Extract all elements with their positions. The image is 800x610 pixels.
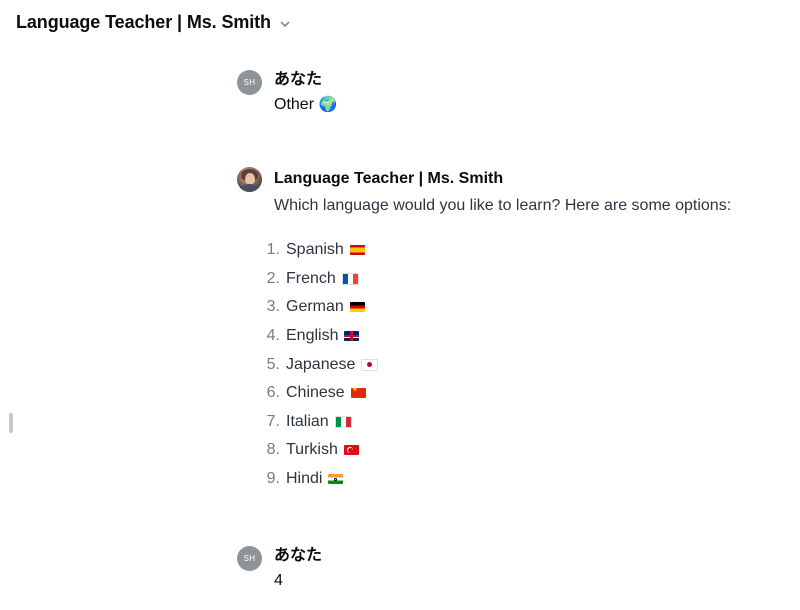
italy-flag-icon	[334, 415, 352, 428]
message-author: Language Teacher | Ms. Smith	[274, 170, 504, 187]
list-item: 9. Hindi	[267, 465, 777, 494]
list-number: 3.	[266, 298, 280, 316]
spain-flag-icon	[349, 245, 365, 256]
language-label: German	[286, 298, 344, 316]
chat-page: Language Teacher | Ms. Smith SH あなた Othe…	[0, 0, 800, 610]
message-author: あなた	[274, 547, 323, 564]
language-label: Japanese	[286, 355, 356, 373]
language-label: Spanish	[286, 241, 344, 259]
message-text-content: Other	[274, 96, 315, 113]
message-text: Which language would you like to learn? …	[274, 197, 732, 214]
avatar: SH	[237, 546, 262, 571]
language-label: Italian	[286, 412, 329, 430]
model-selector[interactable]: Language Teacher | Ms. Smith	[16, 12, 291, 33]
teacher-avatar	[237, 167, 262, 192]
list-number: 2.	[266, 269, 280, 287]
list-item: 2. French	[267, 265, 777, 294]
uk-flag-icon	[344, 331, 360, 342]
language-options-list: 1. Spanish 2. French 3. German 4. Englis…	[267, 236, 777, 494]
list-item: 8. Turkish	[267, 436, 777, 465]
language-label: Turkish	[286, 441, 338, 459]
message-author: あなた	[274, 71, 323, 88]
list-item: 5. Japanese	[267, 350, 777, 379]
list-item: 1. Spanish	[267, 236, 777, 265]
chevron-down-icon	[279, 18, 291, 30]
list-number: 8.	[266, 441, 280, 459]
message-text: 4	[274, 572, 283, 589]
list-item: 3. German	[267, 293, 777, 322]
avatar-initials: SH	[243, 78, 256, 87]
sidebar-resize-handle[interactable]	[9, 413, 13, 433]
list-number: 6.	[266, 384, 280, 402]
list-number: 5.	[266, 355, 280, 373]
list-item: 6. Chinese	[267, 379, 777, 408]
globe-icon: 🌍	[318, 96, 338, 113]
germany-flag-icon	[349, 302, 365, 313]
list-number: 7.	[266, 412, 280, 430]
list-number: 9.	[266, 470, 280, 488]
language-label: French	[286, 269, 336, 287]
list-item: 7. Italian	[267, 408, 777, 437]
list-item: 4. English	[267, 322, 777, 351]
page-title: Language Teacher | Ms. Smith	[16, 12, 271, 32]
china-flag-icon	[350, 388, 366, 399]
list-number: 1.	[266, 241, 280, 259]
avatar-initials: SH	[243, 554, 256, 563]
language-label: Hindi	[286, 470, 323, 488]
language-label: Chinese	[286, 384, 345, 402]
message-text: Other 🌍	[274, 93, 777, 117]
language-label: English	[286, 327, 339, 345]
japan-flag-icon	[361, 358, 379, 371]
turkey-flag-icon	[343, 445, 359, 456]
list-number: 4.	[266, 327, 280, 345]
user-message: SH あなた Other 🌍	[237, 70, 777, 117]
india-flag-icon	[328, 474, 344, 485]
france-flag-icon	[341, 272, 359, 285]
avatar: SH	[237, 70, 262, 95]
user-message: SH あなた 4	[237, 546, 777, 593]
assistant-message: Language Teacher | Ms. Smith Which langu…	[237, 167, 777, 493]
